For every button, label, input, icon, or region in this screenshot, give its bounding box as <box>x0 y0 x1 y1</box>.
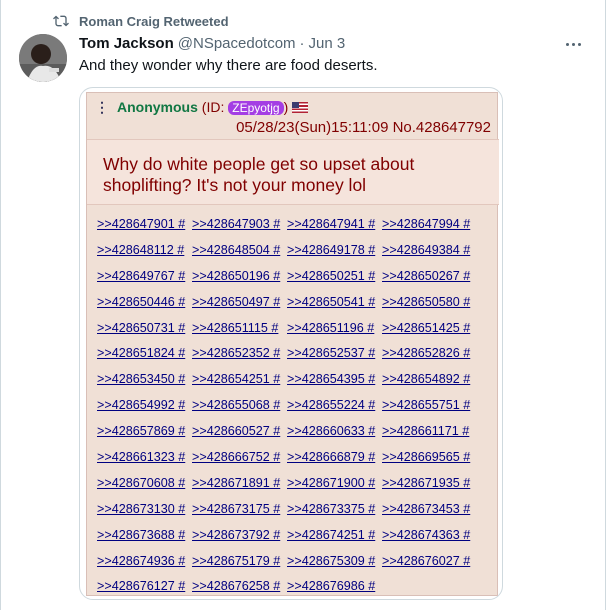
reply-link[interactable]: >>428649767 # <box>97 264 192 290</box>
retweet-indicator[interactable]: Roman Craig Retweeted <box>53 13 229 29</box>
reply-link[interactable]: >>428673688 # <box>97 523 192 549</box>
reply-link[interactable]: >>428647901 # <box>97 212 192 238</box>
imageboard-post: ⋮ Anonymous (ID: ZEpyotjg) 05/28/23(Sun)1… <box>86 92 499 596</box>
reply-link[interactable]: >>428648504 # <box>192 238 287 264</box>
reply-link[interactable]: >>428653450 # <box>97 367 192 393</box>
reply-link[interactable]: >>428655068 # <box>192 393 287 419</box>
reply-link[interactable]: >>428654892 # <box>382 367 477 393</box>
reply-link[interactable]: >>428651824 # <box>97 341 192 367</box>
reply-link[interactable]: >>428650267 # <box>382 264 477 290</box>
avatar[interactable] <box>19 34 67 82</box>
reply-link[interactable]: >>428650446 # <box>97 290 192 316</box>
tweet-date[interactable]: Jun 3 <box>309 35 346 52</box>
reply-link[interactable]: >>428652826 # <box>382 341 477 367</box>
reply-link[interactable]: >>428655224 # <box>287 393 382 419</box>
post-datetime: 05/28/23(Sun)15:11:09 No.428647792 <box>236 119 491 136</box>
reply-link[interactable]: >>428676986 # <box>287 574 382 599</box>
poster-name: Anonymous <box>117 99 198 115</box>
reply-link[interactable]: >>428676258 # <box>192 574 287 599</box>
poster-id-suffix: ) <box>283 99 289 115</box>
reply-link[interactable]: >>428676027 # <box>382 549 477 575</box>
reply-link[interactable]: >>428648112 # <box>97 238 192 264</box>
reply-link[interactable]: >>428655751 # <box>382 393 477 419</box>
reply-link[interactable]: >>428671891 # <box>192 471 287 497</box>
reply-link[interactable]: >>428650541 # <box>287 290 382 316</box>
reply-link[interactable]: >>428649384 # <box>382 238 477 264</box>
poster-id-badge: ZEpyotjg <box>228 101 284 115</box>
user-handle[interactable]: @NSpacedotcom <box>178 35 296 52</box>
reply-link[interactable]: >>428650731 # <box>97 316 192 342</box>
post-header: ⋮ Anonymous (ID: ZEpyotjg) <box>95 99 309 116</box>
reply-link[interactable]: >>428650497 # <box>192 290 287 316</box>
reply-links: >>428647901 # >>428647903 # >>428647941 # >… <box>97 212 487 599</box>
reply-link[interactable]: >>428660527 # <box>192 419 287 445</box>
reply-link[interactable]: >>428654992 # <box>97 393 192 419</box>
reply-link[interactable]: >>428647994 # <box>382 212 477 238</box>
reply-link[interactable]: >>428673453 # <box>382 497 477 523</box>
reply-link[interactable]: >>428652352 # <box>192 341 287 367</box>
separator: · <box>299 35 305 52</box>
reply-link[interactable]: >>428651425 # <box>382 316 477 342</box>
reply-link[interactable]: >>428669565 # <box>382 445 477 471</box>
reply-link[interactable]: >>428670608 # <box>97 471 192 497</box>
reply-link[interactable]: >>428674936 # <box>97 549 192 575</box>
reply-link[interactable]: >>428654251 # <box>192 367 287 393</box>
reply-link[interactable]: >>428671900 # <box>287 471 382 497</box>
tweet-media[interactable]: ⋮ Anonymous (ID: ZEpyotjg) 05/28/23(Sun)1… <box>79 87 503 600</box>
us-flag-icon <box>292 102 309 113</box>
reply-link[interactable]: >>428661171 # <box>382 419 477 445</box>
reply-link[interactable]: >>428673175 # <box>192 497 287 523</box>
more-options-icon[interactable] <box>563 36 583 52</box>
reply-link[interactable]: >>428674363 # <box>382 523 477 549</box>
reply-link[interactable]: >>428657869 # <box>97 419 192 445</box>
reply-link[interactable]: >>428651196 # <box>287 316 382 342</box>
tweet-header: Tom Jackson @NSpacedotcom · Jun 3 <box>79 35 345 52</box>
reply-link[interactable]: >>428674251 # <box>287 523 382 549</box>
reply-link[interactable]: >>428673375 # <box>287 497 382 523</box>
reply-link[interactable]: >>428652537 # <box>287 341 382 367</box>
reply-link[interactable]: >>428661323 # <box>97 445 192 471</box>
reply-link[interactable]: >>428675179 # <box>192 549 287 575</box>
display-name[interactable]: Tom Jackson <box>79 35 174 52</box>
reply-link[interactable]: >>428666752 # <box>192 445 287 471</box>
retweet-icon <box>53 15 69 27</box>
reply-link[interactable]: >>428651115 # <box>192 316 287 342</box>
reply-link[interactable]: >>428671935 # <box>382 471 477 497</box>
reply-link[interactable]: >>428647941 # <box>287 212 382 238</box>
post-body: Why do white people get so upset about s… <box>87 139 499 205</box>
reply-link[interactable]: >>428666879 # <box>287 445 382 471</box>
reply-link[interactable]: >>428673130 # <box>97 497 192 523</box>
reply-link[interactable]: >>428675309 # <box>287 549 382 575</box>
reply-link[interactable]: >>428647903 # <box>192 212 287 238</box>
reply-link[interactable]: >>428650196 # <box>192 264 287 290</box>
reply-link[interactable]: >>428676127 # <box>97 574 192 599</box>
reply-link[interactable]: >>428649178 # <box>287 238 382 264</box>
retweet-label: Roman Craig Retweeted <box>79 13 229 29</box>
reply-link[interactable]: >>428650251 # <box>287 264 382 290</box>
poster-id-prefix: (ID: <box>201 99 225 115</box>
tweet-container: Roman Craig Retweeted Tom Jackson @NSpac… <box>0 0 606 610</box>
reply-link[interactable]: >>428673792 # <box>192 523 287 549</box>
post-menu-icon: ⋮ <box>95 99 109 115</box>
reply-link[interactable]: >>428654395 # <box>287 367 382 393</box>
reply-link[interactable]: >>428650580 # <box>382 290 477 316</box>
reply-link[interactable]: >>428660633 # <box>287 419 382 445</box>
tweet-text: And they wonder why there are food deser… <box>79 57 378 74</box>
